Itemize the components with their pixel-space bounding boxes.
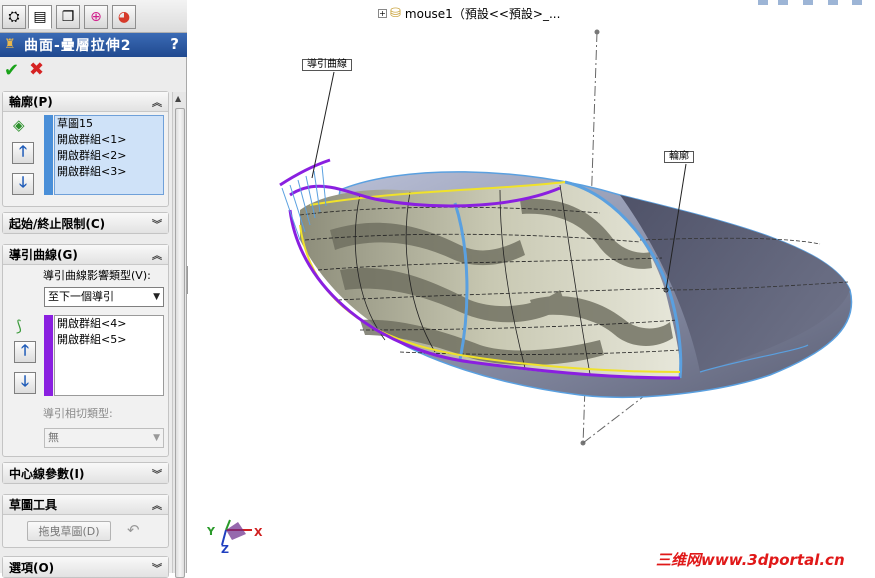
list-item[interactable]: 開啟群組<3>	[55, 164, 163, 180]
guide-tangency-value: 無	[48, 431, 59, 444]
drag-sketch-button[interactable]: 拖曳草圖(D)	[27, 521, 111, 541]
guide-tangency-select[interactable]: 無 ▼	[44, 428, 164, 448]
guide-influence-value: 至下一個導引	[48, 290, 114, 303]
model-tree-root[interactable]: + ⛁ mouse1（預設<<預設>_...	[378, 4, 560, 22]
start-end-group: 起始/終止限制(C) ︾	[2, 212, 169, 234]
expand-icon[interactable]: +	[378, 8, 387, 18]
chevron-down-icon[interactable]: ▼	[153, 429, 160, 447]
sketch-tools-group-header[interactable]: 草圖工具 ︽	[3, 495, 168, 515]
view-orientation-icon[interactable]	[758, 0, 768, 5]
cancel-button[interactable]: ✖	[29, 59, 44, 80]
guide-curves-group-title: 導引曲線(G)	[9, 248, 78, 262]
start-end-group-title: 起始/終止限制(C)	[9, 216, 106, 231]
axis-label-z: Z	[221, 543, 229, 556]
move-up-button[interactable]: 🡑	[14, 341, 36, 363]
profile-selection-list[interactable]: 草圖15 開啟群組<1> 開啟群組<2> 開啟群組<3>	[54, 115, 164, 195]
property-manager-tab[interactable]: ▤	[28, 5, 52, 29]
profile-selection-icon: ◈	[13, 116, 25, 134]
site-watermark: 三维网www.3dportal.cn	[656, 551, 845, 569]
guide-curve-callout[interactable]: 導引曲線	[302, 59, 352, 71]
collapse-chevron-icon[interactable]: ︽	[152, 247, 162, 262]
guide-curve-selection-icon: ⟆	[16, 317, 22, 335]
guide-influence-select[interactable]: 至下一個導引 ▼	[44, 287, 164, 307]
configuration-manager-tab[interactable]: ❐	[56, 5, 80, 29]
list-item[interactable]: 開啟群組<1>	[55, 132, 163, 148]
collapse-chevron-icon[interactable]: ︽	[152, 497, 162, 512]
collapse-chevron-icon[interactable]: ︽	[152, 94, 162, 109]
scroll-thumb[interactable]	[175, 108, 185, 578]
guide-tangency-label: 導引相切類型:	[43, 407, 113, 420]
centerline-group: 中心線參數(I) ︾	[2, 462, 169, 484]
part-icon: ⛁	[390, 5, 401, 21]
move-down-button[interactable]: 🡓	[12, 173, 34, 195]
expand-chevron-icon[interactable]: ︾	[152, 560, 162, 575]
move-up-button[interactable]: 🡑	[12, 142, 34, 164]
expand-chevron-icon[interactable]: ︾	[152, 216, 162, 231]
centerline-group-title: 中心線參數(I)	[9, 466, 85, 481]
model-name: mouse1（預設<<預設>_...	[404, 6, 561, 21]
help-button[interactable]: ?	[170, 35, 179, 53]
feature-manager-tab[interactable]: ⛭	[2, 5, 26, 29]
manager-tabs: ⛭ ▤ ❐ ⊕ ◕	[0, 0, 187, 33]
move-down-button[interactable]: 🡓	[14, 372, 36, 394]
start-end-group-header[interactable]: 起始/終止限制(C) ︾	[3, 213, 168, 233]
list-item[interactable]: 開啟群組<4>	[55, 316, 163, 332]
sketch-tools-group: 草圖工具 ︽ 拖曳草圖(D) ↶	[2, 494, 169, 548]
section-view-icon[interactable]	[778, 0, 788, 5]
options-group-header[interactable]: 選項(O) ︾	[3, 557, 168, 577]
expand-chevron-icon[interactable]: ︾	[152, 466, 162, 481]
model-viewport[interactable]	[188, 0, 875, 573]
guide-curves-group: 導引曲線(G) ︽ 導引曲線影響類型(V): 至下一個導引 ▼ ⟆ 🡑 🡓 開啟…	[2, 244, 169, 457]
sketch-tools-group-title: 草圖工具	[9, 498, 58, 512]
appearance-icon[interactable]	[852, 0, 862, 5]
list-item[interactable]: 開啟群組<5>	[55, 332, 163, 348]
axis-label-x: X	[254, 526, 263, 539]
list-item[interactable]: 開啟群組<2>	[55, 148, 163, 164]
display-style-icon[interactable]	[803, 0, 813, 5]
axis-label-y: Y	[207, 525, 215, 538]
profile-color-bar	[44, 115, 53, 195]
profile-callout[interactable]: 輪廓	[664, 151, 694, 163]
feature-title-bar: ♜ 曲面-疊層拉伸2 ?	[0, 33, 187, 57]
graphics-area[interactable]: + ⛁ mouse1（預設<<預設>_... 導引曲線 輪廓 Y X Z	[188, 0, 875, 573]
chevron-down-icon[interactable]: ▼	[153, 288, 160, 306]
options-group: 選項(O) ︾	[2, 556, 169, 578]
centerline-group-header[interactable]: 中心線參數(I) ︾	[3, 463, 168, 483]
list-item[interactable]: 草圖15	[55, 116, 163, 132]
ok-button[interactable]: ✔	[4, 60, 19, 81]
undo-icon[interactable]: ↶	[127, 521, 140, 539]
coordinate-triad	[221, 519, 252, 546]
view-toolbar	[748, 0, 875, 6]
guide-influence-label: 導引曲線影響類型(V):	[43, 269, 151, 282]
hide-show-icon[interactable]	[828, 0, 838, 5]
profile-group-title: 輪廓(P)	[9, 95, 53, 109]
profile-group: 輪廓(P) ︽ ◈ 🡑 🡓 草圖15 開啟群組<1> 開啟群組<2> 開啟群組<…	[2, 91, 169, 207]
loft-feature-icon: ♜	[4, 37, 16, 52]
scroll-up-icon[interactable]: ▲	[175, 94, 181, 103]
action-row: ✔ ✖	[0, 58, 187, 84]
dimxpert-tab[interactable]: ⊕	[84, 5, 108, 29]
guide-color-bar	[44, 315, 53, 396]
guide-curves-group-header[interactable]: 導引曲線(G) ︽	[3, 245, 168, 265]
axis-endpoint[interactable]	[594, 29, 600, 35]
property-scrollbar[interactable]: ▲	[172, 92, 186, 578]
guide-selection-list[interactable]: 開啟群組<4> 開啟群組<5>	[54, 315, 164, 396]
profile-group-header[interactable]: 輪廓(P) ︽	[3, 92, 168, 112]
display-manager-tab[interactable]: ◕	[112, 5, 136, 29]
property-manager: ⛭ ▤ ❐ ⊕ ◕ ♜ 曲面-疊層拉伸2 ? ✔ ✖ ▲ 輪廓(P) ︽ ◈ 🡑…	[0, 0, 187, 578]
page-title: 曲面-疊層拉伸2	[24, 38, 132, 54]
